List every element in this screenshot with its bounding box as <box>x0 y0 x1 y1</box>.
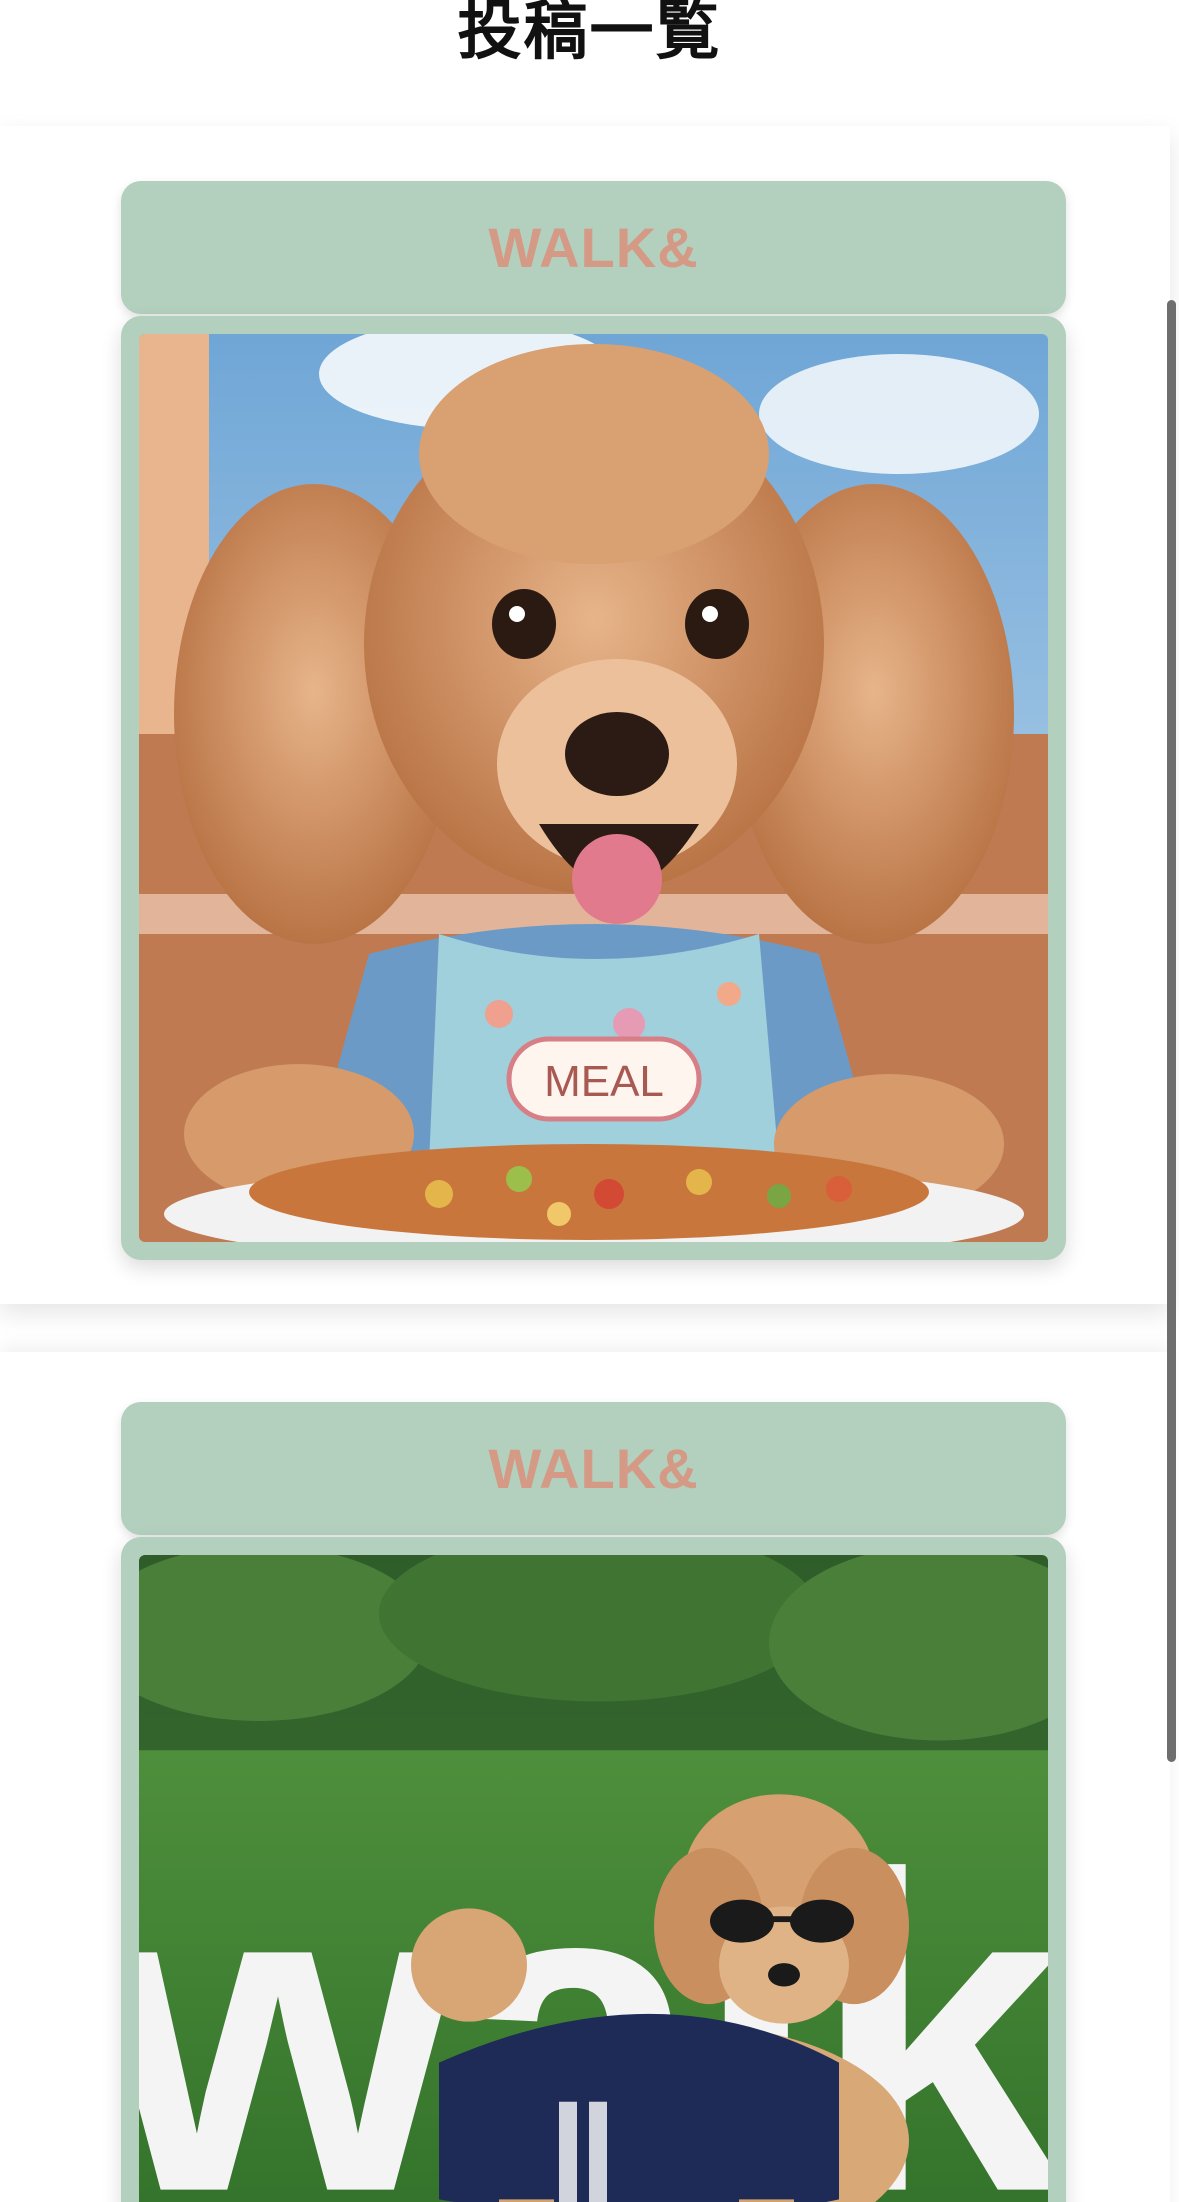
post-header[interactable]: WALK& <box>121 1402 1066 1535</box>
bib-text: MEAL <box>544 1057 664 1106</box>
post-section: WALK& <box>0 126 1170 1304</box>
poodle-meal-image: MEAL <box>139 334 1048 1242</box>
post-list-page: 投稿一覧 WALK& MEAL WALK& walk <box>0 0 1179 2202</box>
post-photo-card[interactable]: MEAL <box>121 316 1066 1260</box>
post-photo-card[interactable]: walk <box>121 1537 1066 2202</box>
post-title: WALK& <box>488 216 699 279</box>
poodle-walk-photo[interactable]: walk <box>139 1555 1048 2202</box>
page-title: 投稿一覧 <box>457 0 722 69</box>
poodle-meal-photo[interactable]: MEAL <box>139 334 1048 1242</box>
vertical-scrollbar[interactable] <box>1167 300 1176 1762</box>
post-section: WALK& <box>0 1352 1170 2202</box>
post-header[interactable]: WALK& <box>121 181 1066 314</box>
poodle-walk-image: walk <box>139 1555 1048 2202</box>
post-title: WALK& <box>488 1437 699 1500</box>
